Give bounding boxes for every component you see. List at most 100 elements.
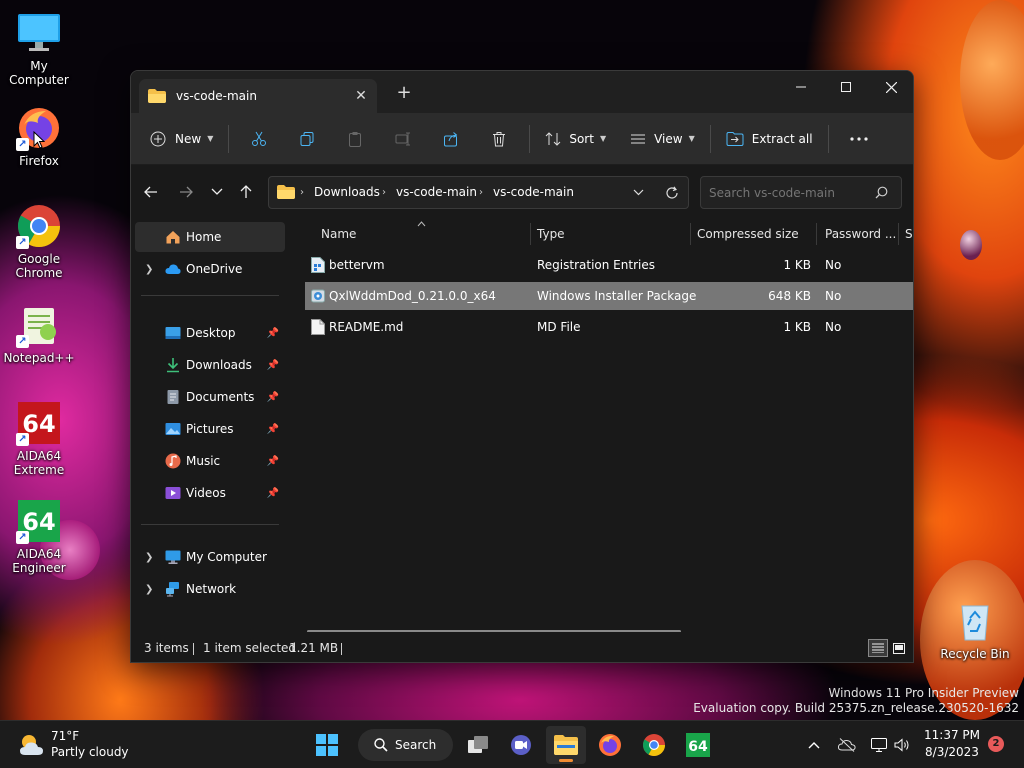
new-button[interactable]: New ▼ — [141, 123, 222, 155]
sidebar-item-my-computer[interactable]: ❯ My Computer — [135, 542, 285, 572]
back-button[interactable] — [138, 179, 164, 205]
sidebar-item-label: Documents — [186, 390, 255, 404]
pin-icon[interactable]: 📌 — [267, 360, 279, 371]
table-row[interactable]: bettervm Registration Entries 1 KB No — [305, 251, 913, 279]
chevron-right-icon[interactable]: ❯ — [145, 552, 153, 563]
monitor-icon — [16, 10, 62, 56]
taskbar-chrome[interactable] — [634, 726, 674, 764]
volume-tray-button[interactable] — [892, 735, 912, 755]
pin-icon[interactable]: 📌 — [267, 424, 279, 435]
column-divider[interactable] — [816, 223, 817, 245]
minimize-button[interactable] — [778, 71, 824, 103]
desktop-icon-my-computer[interactable]: My Computer — [0, 10, 78, 87]
copy-icon — [300, 131, 314, 146]
table-row-selected[interactable]: QxlWddmDod_0.21.0.0_x64 Windows Installe… — [305, 282, 913, 310]
watermark-line2: Evaluation copy. Build 25375.zn_release.… — [693, 701, 1019, 715]
status-item-count: 3 items — [144, 641, 189, 655]
rename-button[interactable] — [379, 123, 427, 155]
address-bar[interactable]: › Downloads › vs-code-main › vs-code-mai… — [268, 176, 689, 209]
pin-icon[interactable]: 📌 — [267, 328, 279, 339]
column-header-size[interactable]: Si — [905, 219, 913, 249]
arrow-right-icon — [180, 186, 193, 198]
taskbar-search-button[interactable]: Search — [358, 729, 453, 761]
breadcrumb-vs-code-main[interactable]: vs-code-main — [396, 177, 477, 208]
sidebar-item-documents[interactable]: Documents 📌 — [135, 382, 285, 412]
column-header-compressed-size[interactable]: Compressed size — [697, 219, 799, 249]
teams-chat-button[interactable] — [501, 726, 541, 764]
taskbar-aida64[interactable]: 64 — [678, 726, 718, 764]
sidebar-item-downloads[interactable]: Downloads 📌 — [135, 350, 285, 380]
shortcut-arrow-icon: ↗ — [16, 138, 29, 151]
speaker-icon — [894, 738, 909, 752]
sidebar-item-network[interactable]: ❯ Network — [135, 574, 285, 604]
breadcrumb-vs-code-main-current[interactable]: vs-code-main — [493, 177, 574, 208]
clock-button[interactable]: 11:37 PM 8/3/2023 — [920, 727, 984, 763]
column-header-password[interactable]: Password ... — [825, 219, 896, 249]
sidebar-item-desktop[interactable]: Desktop 📌 — [135, 318, 285, 348]
sidebar-item-label: My Computer — [186, 550, 267, 564]
chevron-down-icon — [211, 188, 223, 195]
more-options-button[interactable] — [835, 123, 883, 155]
close-window-button[interactable] — [868, 71, 913, 103]
column-divider[interactable] — [530, 223, 531, 245]
refresh-icon[interactable] — [665, 186, 679, 200]
onedrive-tray-button[interactable] — [836, 735, 858, 755]
cut-button[interactable] — [235, 123, 283, 155]
close-tab-icon[interactable]: ✕ — [349, 84, 373, 108]
pin-icon[interactable]: 📌 — [267, 392, 279, 403]
column-divider[interactable] — [690, 223, 691, 245]
desktop-icon-notepadpp[interactable]: ↗ Notepad++ — [0, 302, 78, 365]
task-view-button[interactable] — [458, 726, 498, 764]
view-button[interactable]: View ▼ — [621, 123, 704, 155]
chevron-right-icon[interactable]: ❯ — [145, 264, 153, 275]
pin-icon[interactable]: 📌 — [267, 456, 279, 467]
notification-badge[interactable]: 2 — [988, 736, 1004, 752]
pin-icon[interactable]: 📌 — [267, 488, 279, 499]
sidebar-item-pictures[interactable]: Pictures 📌 — [135, 414, 285, 444]
paste-button[interactable] — [331, 123, 379, 155]
start-button[interactable] — [307, 726, 347, 764]
tab-vs-code-main[interactable]: vs-code-main ✕ — [139, 79, 377, 113]
sidebar-item-videos[interactable]: Videos 📌 — [135, 478, 285, 508]
search-box[interactable] — [700, 176, 902, 209]
table-row[interactable]: README.md MD File 1 KB No — [305, 313, 913, 341]
search-input[interactable] — [709, 183, 869, 202]
sidebar-item-onedrive[interactable]: ❯ OneDrive — [135, 254, 285, 284]
column-header-type[interactable]: Type — [537, 219, 565, 249]
share-icon — [444, 131, 458, 146]
desktop-icon-aida64-extreme[interactable]: 64 ↗ AIDA64 Extreme — [0, 400, 78, 477]
share-button[interactable] — [427, 123, 475, 155]
breadcrumb-downloads[interactable]: Downloads — [314, 177, 380, 208]
desktop-icon-label: Firefox — [19, 154, 59, 168]
desktop-icon-aida64-engineer[interactable]: 64 ↗ AIDA64 Engineer — [0, 498, 78, 575]
recent-locations-button[interactable] — [204, 179, 230, 205]
network-tray-button[interactable] — [869, 735, 889, 755]
new-tab-button[interactable]: + — [393, 83, 415, 105]
taskbar-firefox[interactable] — [590, 726, 630, 764]
tab-title: vs-code-main — [176, 89, 257, 103]
details-view-button[interactable] — [868, 639, 888, 657]
large-icons-view-button[interactable] — [890, 639, 908, 657]
desktop-icon-chrome[interactable]: ↗ Google Chrome — [0, 203, 78, 280]
address-dropdown-chevron-icon[interactable] — [633, 189, 644, 196]
extract-all-button[interactable]: Extract all — [717, 123, 822, 155]
sidebar-item-home[interactable]: Home — [135, 222, 285, 252]
maximize-button[interactable] — [823, 71, 869, 103]
copy-button[interactable] — [283, 123, 331, 155]
column-divider[interactable] — [898, 223, 899, 245]
show-hidden-icons-button[interactable] — [804, 735, 824, 755]
up-button[interactable] — [233, 179, 259, 205]
desktop-icon-recycle-bin[interactable]: Recycle Bin — [936, 598, 1014, 661]
file-type: Windows Installer Package — [537, 289, 697, 303]
sort-button[interactable]: Sort ▼ — [536, 123, 615, 155]
forward-button[interactable] — [173, 179, 199, 205]
sidebar-item-music[interactable]: Music 📌 — [135, 446, 285, 476]
svg-text:64: 64 — [688, 739, 708, 755]
status-divider — [193, 643, 194, 655]
taskbar-file-explorer[interactable] — [546, 726, 586, 764]
chevron-right-icon[interactable]: ❯ — [145, 584, 153, 595]
delete-button[interactable] — [475, 123, 523, 155]
weather-widget[interactable]: 71°F Partly cloudy — [14, 727, 144, 763]
desktop-icon-label: My Computer — [9, 59, 69, 87]
column-header-name[interactable]: Name — [321, 219, 356, 249]
